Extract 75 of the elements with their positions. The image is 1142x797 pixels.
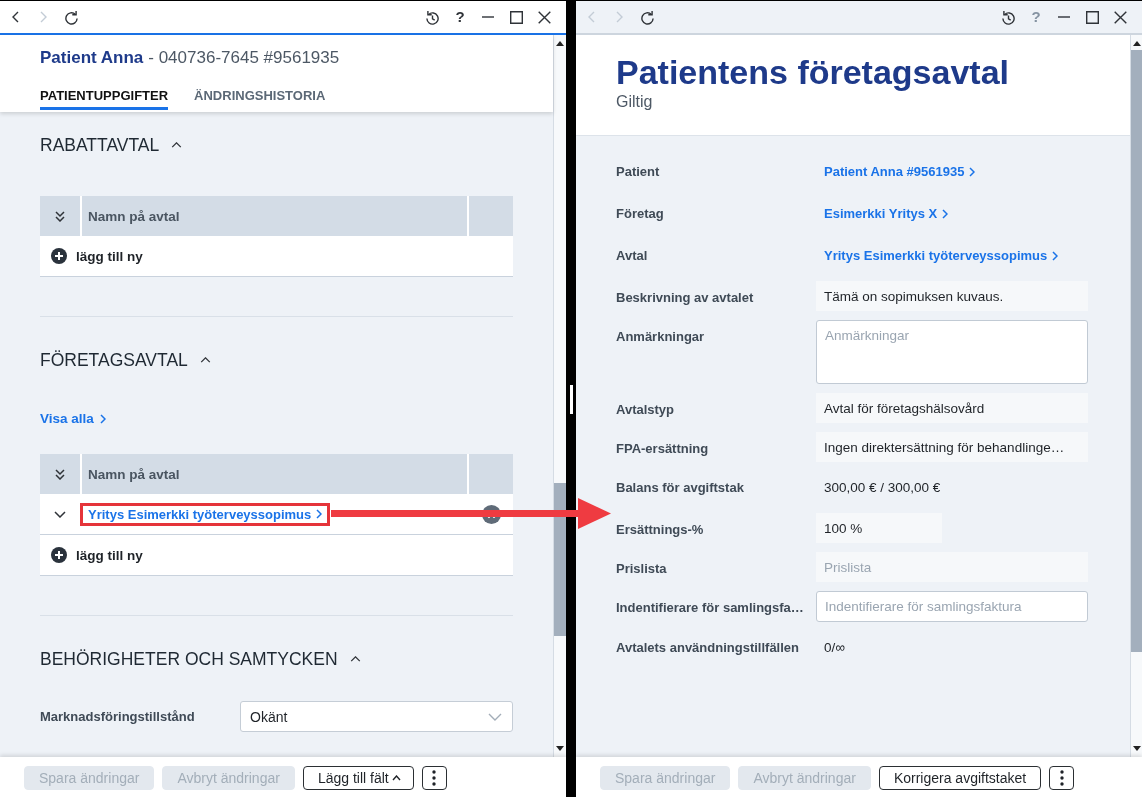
maximize-icon[interactable] bbox=[509, 10, 523, 24]
tab[interactable]: PATIENTUPPGIFTER bbox=[40, 87, 169, 110]
field-link[interactable]: Patient Anna #9561935 bbox=[816, 155, 976, 188]
action-button[interactable]: Korrigera avgiftstaket bbox=[878, 766, 1042, 790]
readonly-field: Tämä on sopimuksen kuvaus. bbox=[816, 281, 1088, 311]
add-new-button[interactable]: lägg till ny bbox=[51, 248, 143, 264]
field-label: Anmärkningar bbox=[616, 328, 706, 346]
splitter-handle[interactable] bbox=[569, 384, 573, 414]
tab[interactable]: ÄNDRINGSHISTORIA bbox=[194, 87, 326, 110]
chevron-up-icon bbox=[391, 775, 401, 781]
field-label: Ersättnings-% bbox=[616, 521, 705, 539]
page-title: Patientens företagsavtal bbox=[616, 52, 1011, 92]
section-title: RABATTAVTAL bbox=[40, 134, 160, 157]
more-button[interactable] bbox=[1049, 766, 1075, 790]
patient-details: - 040736-7645 #9561935 bbox=[148, 48, 340, 67]
plus-circle-icon bbox=[51, 248, 67, 264]
field-label: Indentifierare för samlingsfa… bbox=[616, 599, 805, 617]
field-label: Prislista bbox=[616, 560, 668, 578]
field-label: Patient bbox=[616, 163, 661, 181]
readonly-field: Avtal för företagshälsovård bbox=[816, 393, 1088, 423]
section-title: FÖRETAGSAVTAL bbox=[40, 349, 188, 372]
scrollbar[interactable] bbox=[1130, 35, 1142, 757]
readonly-field: Prislista bbox=[816, 552, 1088, 582]
agreement-link[interactable]: Yritys Esimerkki työterveyssopimus bbox=[88, 506, 323, 522]
section-title: BEHÖRIGHETER OCH SAMTYCKEN bbox=[40, 648, 338, 671]
field-label: Avtal bbox=[616, 247, 649, 265]
field-value: 0/∞ bbox=[823, 639, 845, 657]
chevron-down-icon bbox=[488, 712, 502, 721]
chevron-right-icon bbox=[1052, 250, 1059, 261]
chevron-right-icon bbox=[942, 208, 949, 219]
vertical-dots-icon bbox=[432, 770, 437, 786]
chevron-up-icon[interactable] bbox=[199, 357, 211, 363]
readonly-field: Ingen direktersättning för behandlinge… bbox=[816, 432, 1088, 462]
history-icon[interactable] bbox=[425, 9, 439, 25]
chevron-up-icon[interactable] bbox=[171, 142, 183, 148]
field-label: Företag bbox=[616, 205, 665, 223]
chevron-up-icon[interactable] bbox=[349, 656, 361, 662]
scrollbar-thumb[interactable] bbox=[554, 483, 566, 636]
refresh-icon[interactable] bbox=[64, 9, 78, 25]
field-value: 300,00 € / 300,00 € bbox=[823, 479, 941, 497]
vertical-dots-icon bbox=[1059, 770, 1064, 786]
field-label: FPA-ersättning bbox=[616, 440, 710, 458]
chevron-left-icon[interactable] bbox=[11, 11, 19, 23]
dropdown-button[interactable]: Lägg till fält bbox=[302, 766, 414, 790]
plus-circle-icon bbox=[51, 547, 67, 563]
field-label: Marknadsföringstillstånd bbox=[40, 709, 196, 724]
field-link[interactable]: Esimerkki Yritys X bbox=[816, 197, 949, 230]
more-button[interactable] bbox=[421, 766, 447, 790]
double-chevron-down-icon[interactable] bbox=[55, 210, 65, 222]
select-field[interactable]: Okänt bbox=[240, 701, 513, 732]
readonly-field: 100 % bbox=[816, 513, 942, 543]
field-label: Avtalets användningstillfällen bbox=[616, 639, 800, 657]
chevron-right-icon bbox=[99, 414, 106, 424]
add-new-button[interactable]: lägg till ny bbox=[51, 547, 143, 563]
scrollbar-thumb[interactable] bbox=[1131, 50, 1142, 652]
input-field[interactable]: Indentifierare för samlingsfaktura bbox=[816, 591, 1088, 622]
arrow-down-icon[interactable] bbox=[556, 746, 564, 751]
patient-name: Patient Anna bbox=[40, 48, 144, 67]
chevron-right-icon bbox=[969, 166, 976, 177]
double-chevron-down-icon[interactable] bbox=[55, 468, 65, 480]
scrollbar[interactable] bbox=[553, 35, 566, 757]
field-label: Balans för avgiftstak bbox=[616, 479, 745, 497]
field-label: Avtalstyp bbox=[616, 401, 676, 419]
arrow-up-icon[interactable] bbox=[1132, 41, 1141, 46]
field-label: Beskrivning av avtalet bbox=[616, 289, 755, 307]
notes-field[interactable]: Anmärkningar bbox=[816, 320, 1088, 384]
status-text: Giltig bbox=[616, 92, 654, 112]
arrow-down-icon[interactable] bbox=[1132, 746, 1141, 751]
close-icon[interactable] bbox=[537, 10, 551, 24]
field-link[interactable]: Yritys Esimerkki työterveyssopimus bbox=[816, 239, 1059, 272]
chevron-down-icon[interactable] bbox=[54, 510, 66, 518]
chevron-right-icon bbox=[316, 509, 323, 519]
show-all-link[interactable]: Visa alla bbox=[40, 409, 106, 429]
help-button[interactable]: ? bbox=[455, 8, 465, 26]
arrow-up-icon[interactable] bbox=[556, 41, 564, 46]
